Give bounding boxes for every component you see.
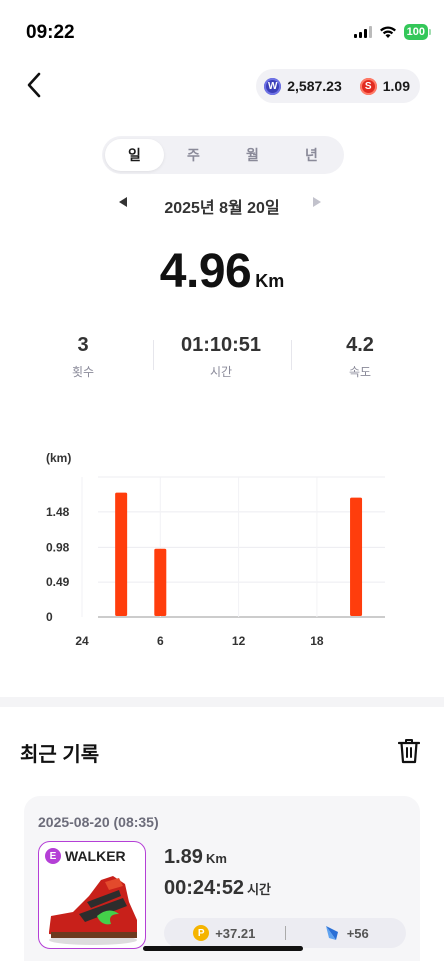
wifi-icon: [379, 26, 396, 38]
date-label: 2025년 8월 20일: [164, 200, 280, 217]
chart-x-tick-label: 24: [75, 634, 89, 648]
red-sneaker-icon: [49, 876, 137, 945]
record-duration: 00:24:52 시간: [164, 877, 271, 900]
tab-year[interactable]: 년: [282, 139, 341, 171]
chart-x-tick-label: 18: [310, 634, 324, 648]
chart-y-axis-label: (km): [46, 451, 71, 465]
s-coin-icon: S: [359, 77, 377, 95]
stat-time-value: 01:10:51: [180, 334, 262, 356]
record-distance-value: 1.89: [164, 846, 203, 868]
delete-button[interactable]: [397, 738, 422, 764]
stat-speed-label: 속도: [348, 365, 372, 379]
record-distance: 1.89 Km: [164, 846, 227, 869]
chart-y-tick-label: 0.98: [46, 540, 70, 554]
p-coin-icon: P: [193, 925, 210, 941]
distance-value: 4.96: [159, 245, 252, 298]
reward-gems-value: +56: [346, 925, 369, 941]
stat-divider: [153, 340, 154, 370]
chart-bar: [115, 492, 128, 616]
reward-gems: +56: [286, 924, 407, 942]
chart-bar: [350, 497, 363, 616]
home-indicator: [143, 946, 303, 951]
distance-chart: (km) 0 0.49 0.98 1.48 24 6 12 18: [46, 451, 385, 648]
reward-points: P +37.21: [164, 925, 285, 941]
record-card[interactable]: 2025-08-20 (08:35) E WALKER 1.89 Km 00:24…: [24, 796, 420, 961]
record-distance-unit: Km: [205, 851, 227, 866]
chart-bar: [154, 548, 167, 616]
stat-speed: 4.2 속도: [295, 334, 425, 380]
triangle-left-icon: [119, 197, 127, 207]
distance-unit: Km: [255, 271, 285, 291]
stat-count: 3 횟수: [18, 334, 148, 380]
stat-time: 01:10:51 시간: [156, 334, 286, 380]
chart-y-tick-label: 1.48: [46, 505, 70, 519]
prev-date-button[interactable]: [118, 196, 128, 211]
record-duration-unit: 시간: [247, 882, 271, 897]
back-button[interactable]: [26, 70, 56, 100]
records-title: 최근 기록: [20, 744, 100, 766]
stat-time-label: 시간: [209, 365, 233, 379]
status-bar: 09:22 100: [0, 0, 444, 62]
stats-row: 3 횟수 01:10:51 시간 4.2 속도: [0, 334, 444, 384]
tab-month[interactable]: 월: [223, 139, 282, 171]
chart-x-tick-label: 12: [232, 634, 246, 648]
back-chevron-icon: [27, 72, 41, 98]
w-coin-icon: W: [264, 77, 282, 95]
shoe-image-frame: E WALKER: [38, 841, 146, 949]
balance-w-value: 2,587.23: [287, 78, 342, 94]
cellular-signal-icon: [353, 26, 372, 38]
battery-icon: 100: [403, 24, 432, 40]
blue-gem-icon: [325, 926, 338, 940]
stat-divider: [291, 340, 292, 370]
stat-speed-value: 4.2: [346, 334, 374, 356]
balance-s-value: 1.09: [382, 78, 410, 94]
reward-pill: P +37.21 +56: [164, 918, 406, 948]
status-icons: 100: [353, 24, 432, 40]
total-distance: 4.96 Km: [0, 244, 444, 299]
stat-count-value: 3: [77, 334, 89, 356]
section-divider: [0, 697, 444, 707]
trash-icon: [397, 739, 421, 764]
stat-count-label: 횟수: [71, 365, 95, 379]
chart-x-tick-label: 6: [157, 634, 164, 648]
tab-week[interactable]: 주: [164, 139, 223, 171]
chart-y-tick-label: 0: [46, 610, 53, 624]
period-tabs: 일 주 월 년: [102, 136, 344, 174]
triangle-right-icon: [313, 197, 321, 207]
reward-points-value: +37.21: [215, 925, 256, 941]
record-date: 2025-08-20 (08:35): [38, 814, 159, 830]
balance-pill[interactable]: W 2,587.23 S 1.09: [256, 69, 420, 103]
record-duration-value: 00:24:52: [164, 877, 245, 899]
next-date-button[interactable]: [312, 196, 322, 211]
tab-day[interactable]: 일: [105, 139, 164, 171]
date-nav: 2025년 8월 20일: [0, 193, 444, 217]
status-time: 09:22: [26, 22, 75, 43]
chart-y-tick-label: 0.49: [46, 575, 70, 589]
